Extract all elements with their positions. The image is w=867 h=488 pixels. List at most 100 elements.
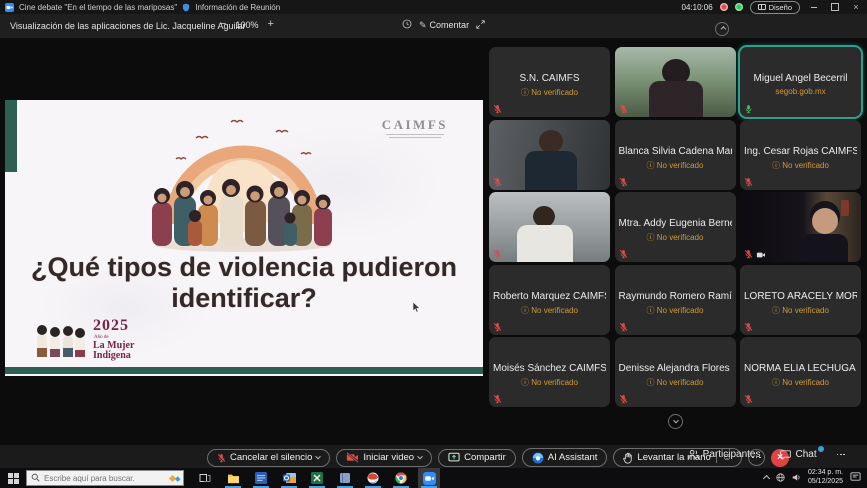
hidden-icons-chevron[interactable] (763, 474, 770, 481)
participant-tile[interactable]: Mtra. Addy Eugenia Bernés ...ⓘ No verifi… (615, 192, 736, 262)
participant-name: Blanca Silvia Cadena Martine... (619, 146, 732, 157)
speaker-icon[interactable] (792, 469, 801, 487)
taskbar-search[interactable] (26, 470, 184, 486)
design-view-button[interactable]: Diseño (750, 1, 800, 14)
close-button[interactable]: × (849, 1, 863, 13)
connection-indicator-icon[interactable] (735, 3, 743, 11)
verification-badge: ⓘ No verificado (493, 305, 606, 316)
ai-assistant-button[interactable]: AI Assistant (522, 448, 608, 467)
zoom-icon[interactable] (418, 468, 440, 488)
onenote-icon[interactable] (334, 468, 356, 488)
people-icon (688, 449, 699, 460)
slide-illustration (136, 104, 351, 259)
view-options-icon[interactable] (402, 19, 412, 31)
mic-muted-icon (744, 394, 753, 404)
participant-name: Roberto Marquez CAIMFS (493, 291, 606, 302)
file-explorer-icon[interactable] (222, 468, 244, 488)
more-icon (837, 454, 845, 456)
chat-button[interactable]: Chat (780, 449, 816, 460)
shield-icon (182, 3, 190, 12)
mic-muted-icon (744, 322, 753, 332)
excel-icon[interactable] (306, 468, 328, 488)
outlook-icon[interactable] (278, 468, 300, 488)
mic-muted-icon (493, 249, 502, 259)
mic-muted-icon (619, 177, 628, 187)
start-button[interactable] (0, 468, 26, 488)
annotate-button[interactable]: ✎ Comentar (419, 20, 469, 31)
verification-badge: ⓘ No verificado (619, 305, 732, 316)
chat-notification-dot (818, 446, 824, 452)
search-input[interactable] (44, 474, 144, 483)
mic-muted-icon (619, 104, 628, 114)
participant-tile[interactable]: Raymundo Romero Ramírez... ⓘ No verificad… (615, 265, 736, 335)
participant-tile[interactable]: S.N. CAIMFSⓘ No verificado (489, 47, 610, 117)
verification-badge: segob.gob.mx (744, 87, 857, 96)
action-center-icon[interactable] (850, 469, 861, 487)
participant-tile[interactable]: Blanca Silvia Cadena Martine...ⓘ No veri… (615, 120, 736, 190)
mic-muted-icon (619, 394, 628, 404)
chrome-icon[interactable] (390, 468, 412, 488)
start-video-button[interactable]: Iniciar video (336, 449, 432, 467)
participant-name: LORETO ARACELY MORRIS ... (744, 291, 857, 302)
mic-muted-icon (619, 322, 628, 332)
pen-icon: ✎ (419, 20, 427, 31)
search-icon (31, 469, 40, 487)
gallery-scroll-down-button[interactable] (668, 414, 683, 429)
participant-name: Denisse Alejandra Flores Ros... (619, 363, 732, 374)
info-icon: ⓘ (521, 378, 531, 387)
participant-tile[interactable]: Denisse Alejandra Flores Ros... ⓘ No veri… (615, 337, 736, 407)
collapse-toolbar-chevron[interactable] (715, 22, 729, 36)
verification-badge: ⓘ No verificado (744, 377, 857, 388)
mic-muted-icon (493, 104, 502, 114)
minimize-button[interactable] (807, 1, 821, 13)
participant-tile[interactable]: Roberto Marquez CAIMFS ⓘ No verificado (489, 265, 610, 335)
participant-tile[interactable]: LORETO ARACELY MORRIS ... ⓘ No verificado (740, 265, 861, 335)
network-globe-icon[interactable] (776, 469, 785, 487)
participant-gallery: S.N. CAIMFSⓘ No verificado Miguel Angel B… (489, 47, 861, 407)
unmute-button[interactable]: Cancelar el silencio (207, 449, 330, 467)
meeting-info-link[interactable]: Información de Reunión (195, 3, 280, 12)
chevron-down-icon[interactable] (316, 453, 322, 459)
panel-more-button[interactable] (837, 454, 845, 456)
participant-name: Ing. Cesar Rojas CAIMFS (744, 146, 857, 157)
participant-tile[interactable] (615, 47, 736, 117)
participant-video (489, 120, 610, 190)
participant-tile[interactable] (489, 192, 610, 262)
participant-tile[interactable]: Ing. Cesar Rojas CAIMFSⓘ No verificado (740, 120, 861, 190)
participants-button[interactable]: Participantes (688, 449, 761, 460)
mic-muted-icon (493, 394, 502, 404)
participant-tile[interactable]: Moisés Sánchez CAIMFSⓘ No verificado (489, 337, 610, 407)
shared-presentation-slide: CAIMFS (5, 100, 483, 376)
participant-tile[interactable]: Miguel Angel Becerrilsegob.gob.mx (740, 47, 861, 117)
task-view-icon[interactable] (194, 468, 216, 488)
participant-tile[interactable] (740, 192, 861, 262)
verification-badge: ⓘ No verificado (493, 377, 606, 388)
share-button[interactable]: Compartir (438, 449, 516, 467)
camera-off-icon (346, 452, 359, 463)
word-icon[interactable] (250, 468, 272, 488)
camera-icon (756, 251, 766, 259)
recording-indicator-icon[interactable] (720, 3, 728, 11)
fullscreen-icon[interactable] (476, 20, 485, 31)
edge-sphere-icon[interactable] (362, 468, 384, 488)
participant-name: Raymundo Romero Ramírez... (619, 291, 732, 302)
clock-date[interactable]: 02:34 p. m. 05/12/2025 (808, 469, 843, 487)
mic-muted-icon (744, 249, 753, 259)
info-icon: ⓘ (647, 306, 657, 315)
zoom-out-button[interactable]: − (220, 19, 226, 30)
zoom-level[interactable]: 100% (235, 20, 258, 30)
hand-icon (623, 452, 633, 464)
participant-name: NORMA ELIA LECHUGA BAS... (744, 363, 857, 374)
chevron-down-icon[interactable] (417, 453, 423, 459)
verification-badge: ⓘ No verificado (619, 377, 732, 388)
participant-tile[interactable] (489, 120, 610, 190)
meeting-title: Cine debate "En el tiempo de las maripos… (19, 3, 177, 12)
search-highlights-icon (170, 476, 180, 481)
verification-badge: ⓘ No verificado (744, 305, 857, 316)
chevron-down-icon (673, 417, 679, 423)
zoom-in-button[interactable]: + (267, 19, 273, 30)
zoom-meeting-window: Cine debate "En el tiempo de las maripos… (0, 0, 867, 488)
info-icon: ⓘ (772, 378, 782, 387)
participant-tile[interactable]: NORMA ELIA LECHUGA BAS... ⓘ No verificado (740, 337, 861, 407)
maximize-button[interactable] (828, 1, 842, 13)
